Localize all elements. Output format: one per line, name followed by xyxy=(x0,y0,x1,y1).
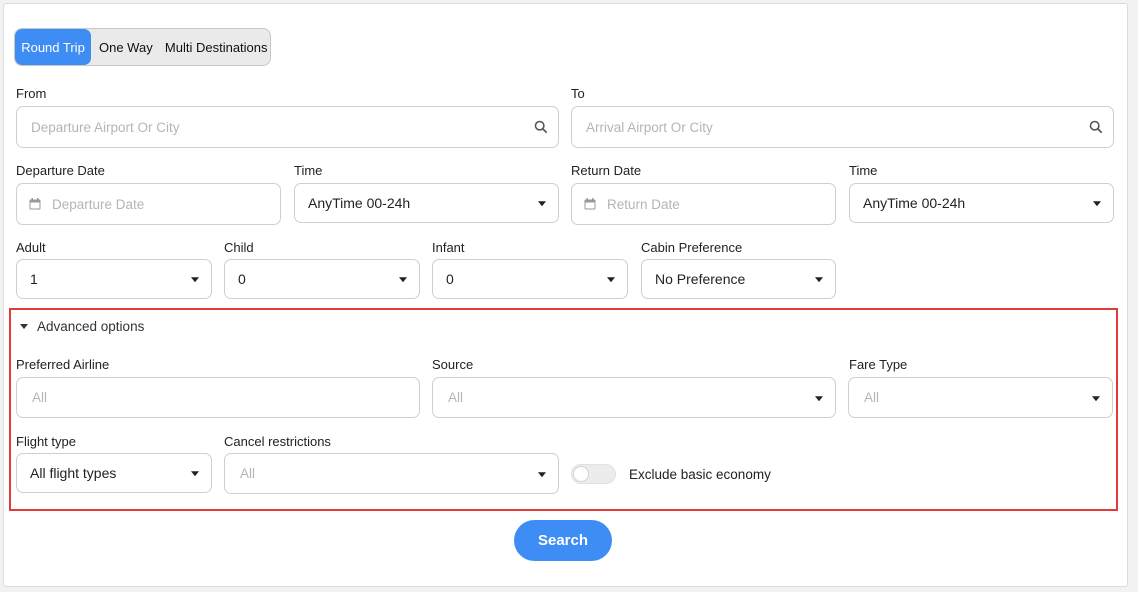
exclude-basic-economy-toggle[interactable] xyxy=(571,464,616,484)
round-trip-button[interactable]: Round Trip xyxy=(15,29,91,65)
exclude-basic-economy-label: Exclude basic economy xyxy=(629,467,771,482)
child-label: Child xyxy=(224,240,254,255)
multi-destinations-button[interactable]: Multi Destinations xyxy=(161,29,270,65)
search-icon xyxy=(534,120,548,134)
cabin-value: No Preference xyxy=(655,271,746,287)
return-date-placeholder: Return Date xyxy=(607,196,680,212)
return-time-select[interactable]: AnyTime 00-24h xyxy=(849,183,1114,223)
caret-down-icon xyxy=(20,324,28,329)
preferred-airline-input[interactable]: All xyxy=(16,377,420,418)
one-way-button[interactable]: One Way xyxy=(91,29,161,65)
infant-label: Infant xyxy=(432,240,465,255)
chevron-down-icon xyxy=(815,277,823,283)
flight-type-value: All flight types xyxy=(30,465,117,481)
advanced-options-label: Advanced options xyxy=(37,319,145,334)
fare-type-select[interactable]: All xyxy=(848,377,1113,418)
chevron-down-icon xyxy=(191,277,199,283)
adult-value: 1 xyxy=(30,271,38,287)
departure-date-label: Departure Date xyxy=(16,163,105,178)
from-placeholder: Departure Airport Or City xyxy=(31,119,180,135)
from-label: From xyxy=(16,86,47,101)
cabin-label: Cabin Preference xyxy=(641,240,743,255)
cancel-restrictions-label: Cancel restrictions xyxy=(224,434,331,449)
cancel-restrictions-select[interactable]: All xyxy=(224,453,559,494)
advanced-options-toggle[interactable]: Advanced options xyxy=(20,319,144,334)
fare-type-placeholder: All xyxy=(864,390,880,405)
to-input[interactable]: Arrival Airport Or City xyxy=(571,106,1114,148)
child-value: 0 xyxy=(238,271,246,287)
calendar-icon xyxy=(584,198,596,210)
flight-type-select[interactable]: All flight types xyxy=(16,453,212,493)
source-select[interactable]: All xyxy=(432,377,836,418)
departure-time-value: AnyTime 00-24h xyxy=(308,195,411,211)
chevron-down-icon xyxy=(1093,201,1101,207)
search-icon xyxy=(1089,120,1103,134)
chevron-down-icon xyxy=(399,277,407,283)
source-placeholder: All xyxy=(448,390,464,405)
chevron-down-icon xyxy=(815,395,823,401)
search-button[interactable]: Search xyxy=(514,520,612,561)
chevron-down-icon xyxy=(607,277,615,283)
trip-type-toggle: Round Trip One Way Multi Destinations xyxy=(14,28,271,66)
departure-date-input[interactable]: Departure Date xyxy=(16,183,281,225)
cabin-select[interactable]: No Preference xyxy=(641,259,836,299)
return-time-value: AnyTime 00-24h xyxy=(863,195,966,211)
to-label: To xyxy=(571,86,585,101)
adult-select[interactable]: 1 xyxy=(16,259,212,299)
departure-time-label: Time xyxy=(294,163,323,178)
return-date-input[interactable]: Return Date xyxy=(571,183,836,225)
chevron-down-icon xyxy=(538,471,546,477)
return-date-label: Return Date xyxy=(571,163,642,178)
chevron-down-icon xyxy=(1092,395,1100,401)
preferred-airline-label: Preferred Airline xyxy=(16,357,110,372)
chevron-down-icon xyxy=(538,201,546,207)
toggle-knob xyxy=(573,466,589,482)
departure-date-placeholder: Departure Date xyxy=(52,196,145,212)
child-select[interactable]: 0 xyxy=(224,259,420,299)
from-input[interactable]: Departure Airport Or City xyxy=(16,106,559,148)
preferred-airline-placeholder: All xyxy=(32,390,48,405)
source-label: Source xyxy=(432,357,474,372)
to-placeholder: Arrival Airport Or City xyxy=(586,119,713,135)
chevron-down-icon xyxy=(191,471,199,477)
calendar-icon xyxy=(29,198,41,210)
departure-time-select[interactable]: AnyTime 00-24h xyxy=(294,183,559,223)
infant-select[interactable]: 0 xyxy=(432,259,628,299)
infant-value: 0 xyxy=(446,271,454,287)
return-time-label: Time xyxy=(849,163,878,178)
adult-label: Adult xyxy=(16,240,46,255)
cancel-restrictions-placeholder: All xyxy=(240,466,256,481)
flight-type-label: Flight type xyxy=(16,434,76,449)
fare-type-label: Fare Type xyxy=(849,357,908,372)
